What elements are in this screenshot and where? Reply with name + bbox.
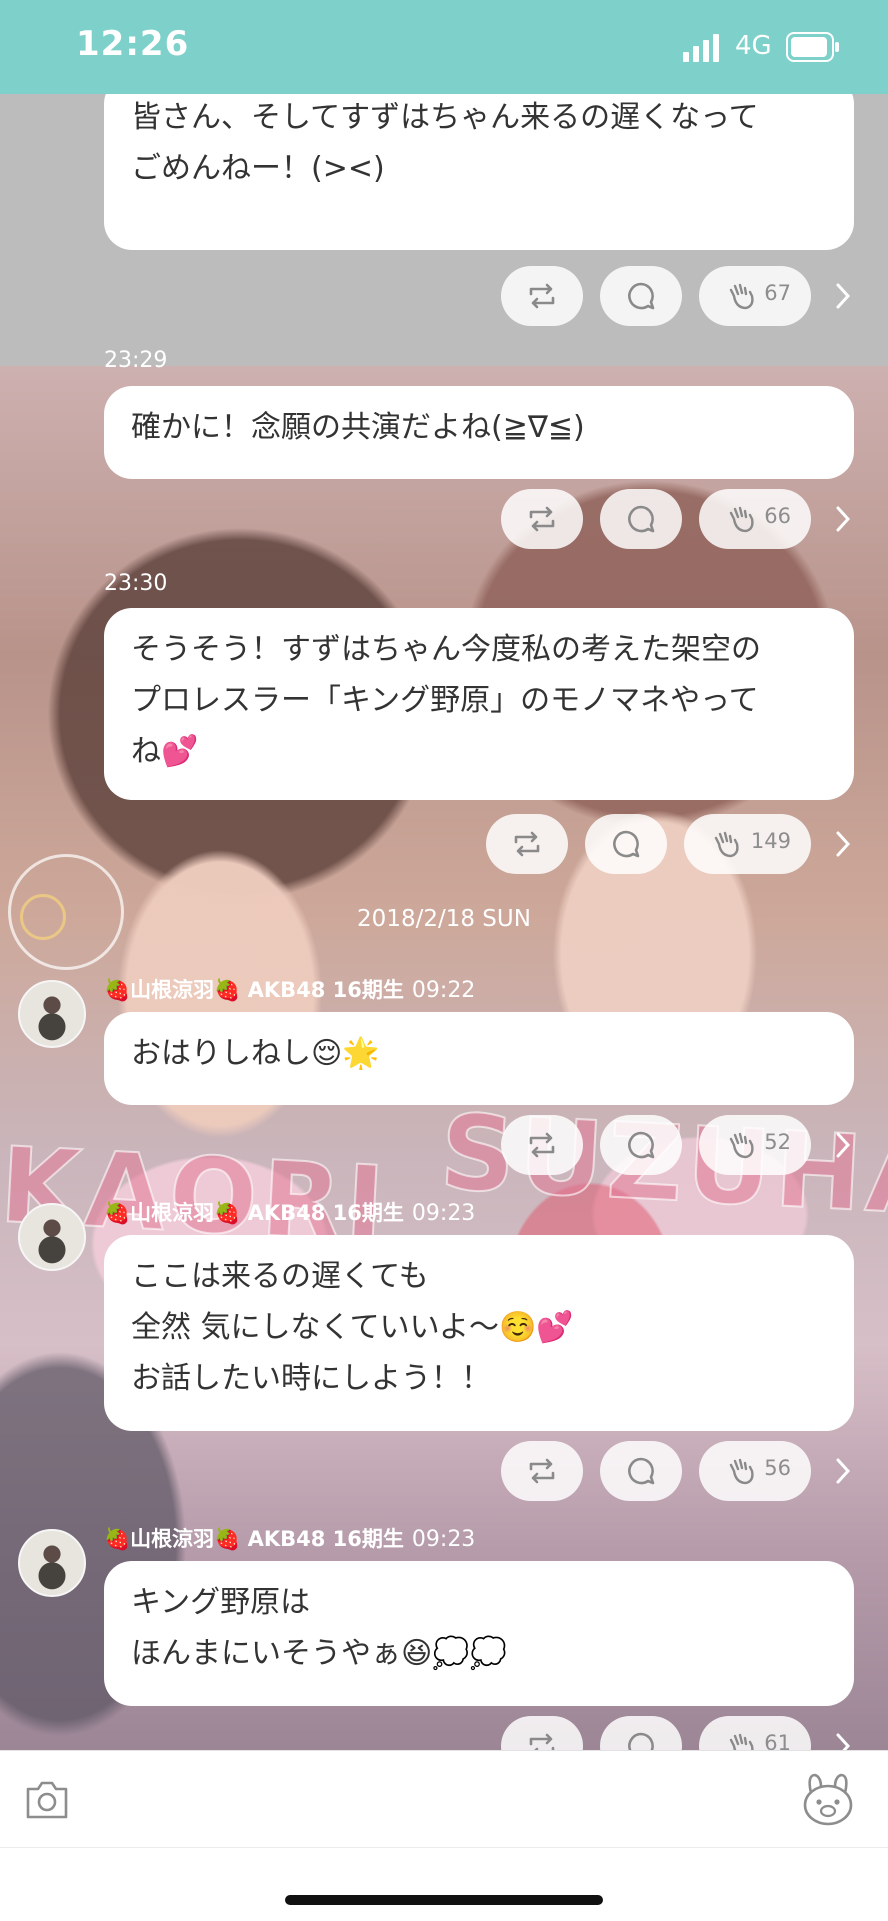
message-text: ね💕 [131,734,199,769]
comment-button[interactable] [600,266,682,326]
chevron-right-icon[interactable] [834,505,852,533]
clap-icon [729,506,754,533]
message-text: 全然 気にしなくていいよ～☺️💕 [131,1310,574,1345]
sender-line[interactable]: 🍓山根涼羽🍓 AKB48 16期生 09:23 [104,1523,475,1553]
clap-count: 61 [764,1731,791,1750]
clap-icon [729,1733,754,1750]
retweet-icon [529,283,555,309]
message-text: 皆さん、そしてすずはちゃん来るの遅くなって [131,100,759,135]
message-text: ここは来るの遅くても [131,1259,429,1294]
clap-count: 67 [764,281,791,305]
avatar[interactable] [18,1203,86,1271]
message-bubble[interactable]: ここは来るの遅くても 全然 気にしなくていいよ～☺️💕 お話したい時にしよう！！ [104,1235,854,1431]
sender-line[interactable]: 🍓山根涼羽🍓 AKB48 16期生 09:22 [104,974,475,1004]
bottom-toolbar [0,1750,888,1921]
message-text: ごめんねー！(><) [131,151,385,186]
retweet-icon [529,1733,555,1750]
retweet-button[interactable] [501,1115,583,1175]
battery-icon [786,32,839,62]
clap-button[interactable]: 56 [699,1441,811,1501]
mascot-icon[interactable] [801,1771,855,1827]
comment-icon [628,505,655,533]
clap-button[interactable]: 61 [699,1716,811,1750]
clap-count: 66 [764,504,791,528]
home-indicator[interactable] [285,1895,603,1905]
clap-icon [729,1458,754,1485]
clap-icon [729,1132,754,1159]
retweet-icon [529,1458,555,1484]
sender-name: 🍓山根涼羽🍓 AKB48 16期生 [104,1201,404,1225]
message-time: 09:23 [411,1201,476,1226]
message-text: ほんまにいそうやぁ😆💭💭 [131,1636,507,1671]
clap-button[interactable]: 67 [699,266,811,326]
message-bubble[interactable]: 確かに！念願の共演だよね(≧∇≦) [104,386,854,479]
clap-icon [714,831,739,858]
comment-button[interactable] [600,1115,682,1175]
comment-icon [613,830,640,858]
clap-button[interactable]: 52 [699,1115,811,1175]
clap-count: 149 [750,829,791,853]
retweet-button[interactable] [501,266,583,326]
avatar[interactable] [18,1529,86,1597]
message-timestamp: 23:30 [104,571,168,596]
date-separator: 2018/2/18 SUN [357,906,531,932]
clap-button[interactable]: 149 [684,814,811,874]
message-text: お話したい時にしよう！！ [131,1361,491,1396]
avatar[interactable] [18,980,86,1048]
camera-icon[interactable] [24,1779,70,1821]
comment-icon [628,1131,655,1159]
chevron-right-icon[interactable] [834,1732,852,1750]
sender-name: 🍓山根涼羽🍓 AKB48 16期生 [104,978,404,1002]
comment-button[interactable] [585,814,667,874]
message-time: 09:22 [411,978,476,1003]
chevron-right-icon[interactable] [834,282,852,310]
comment-icon [628,282,655,310]
clap-button[interactable]: 66 [699,489,811,549]
clap-count: 56 [764,1456,791,1480]
status-bar: 12:26 4G [0,0,888,94]
retweet-icon [529,1132,555,1158]
message-bubble[interactable]: 皆さん、そしてすずはちゃん来るの遅くなって ごめんねー！(><) [104,94,854,250]
chevron-right-icon[interactable] [834,1457,852,1485]
retweet-button[interactable] [501,1716,583,1750]
retweet-icon [514,831,540,857]
message-bubble[interactable]: おはりしねし😌🌟 [104,1012,854,1105]
signal-icon [683,34,719,62]
message-bubble[interactable]: キング野原は ほんまにいそうやぁ😆💭💭 [104,1561,854,1706]
divider [0,1847,888,1848]
clap-icon [729,283,754,310]
message-text: おはりしねし😌🌟 [131,1036,380,1071]
retweet-button[interactable] [486,814,568,874]
retweet-button[interactable] [501,1441,583,1501]
message-timestamp: 23:29 [104,348,168,373]
message-text: そうそう！すずはちゃん今度私の考えた架空の [131,632,761,667]
message-text: 確かに！念願の共演だよね(≧∇≦) [131,410,585,445]
comment-icon [628,1732,654,1750]
network-label: 4G [735,31,772,61]
retweet-icon [529,506,555,532]
comment-button[interactable] [600,489,682,549]
clap-count: 52 [764,1130,791,1154]
comment-icon [628,1457,655,1485]
chevron-right-icon[interactable] [834,830,852,858]
chat-timeline[interactable]: KAORI SUZUHA 皆さん、そしてすずはちゃん来るの遅くなって ごめんねー… [0,94,888,1750]
message-time: 09:23 [411,1527,476,1552]
comment-button[interactable] [600,1441,682,1501]
sender-line[interactable]: 🍓山根涼羽🍓 AKB48 16期生 09:23 [104,1197,475,1227]
message-bubble[interactable]: そうそう！すずはちゃん今度私の考えた架空の プロレスラー「キング野原」のモノマネ… [104,608,854,800]
comment-button[interactable] [600,1716,682,1750]
sender-name: 🍓山根涼羽🍓 AKB48 16期生 [104,1527,404,1551]
message-text: プロレスラー「キング野原」のモノマネやって [131,683,759,718]
chevron-right-icon[interactable] [834,1131,852,1159]
message-text: キング野原は [131,1585,311,1620]
status-time: 12:26 [76,24,190,64]
retweet-button[interactable] [501,489,583,549]
